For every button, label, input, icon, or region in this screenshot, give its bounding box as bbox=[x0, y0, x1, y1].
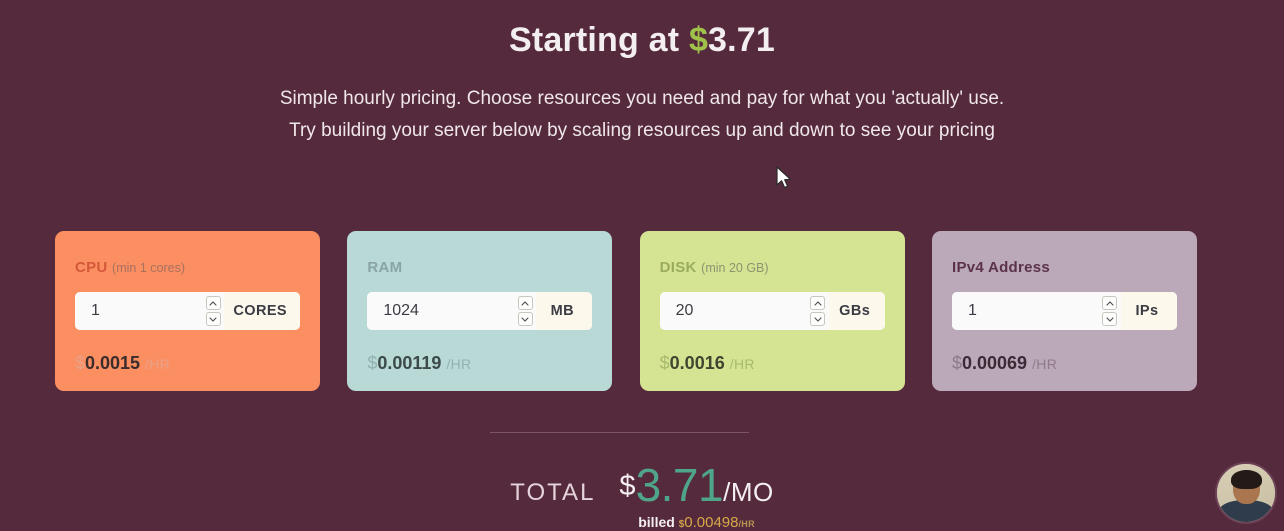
hero-subtitle-line-1: Simple hourly pricing. Choose resources … bbox=[279, 88, 1005, 110]
ipv4-price: $0.00069 /HR bbox=[952, 353, 1057, 374]
disk-price-amount: 0.0016 bbox=[669, 353, 725, 373]
cpu-price-period: /HR bbox=[145, 356, 171, 372]
total-divider bbox=[490, 432, 749, 433]
page-title-prefix: Starting at bbox=[508, 21, 689, 59]
total-currency: $ bbox=[619, 470, 636, 502]
resource-card-ipv4: IPv4 Address IPs $0.00069 /HR bbox=[931, 231, 1197, 391]
disk-unit-label: GBs bbox=[828, 292, 885, 330]
ram-increment-button[interactable] bbox=[517, 296, 533, 310]
card-label-disk: DISK (min 20 GB) bbox=[660, 259, 885, 276]
ram-unit-label: MB bbox=[536, 292, 593, 330]
avatar-hair bbox=[1230, 470, 1262, 490]
resource-cards-row: CPU (min 1 cores) CORES $0.0015 /HR RAM bbox=[55, 231, 1197, 391]
disk-increment-button[interactable] bbox=[810, 296, 826, 310]
total-amount: 3.71 bbox=[635, 459, 724, 511]
total-main-price: $3.71/MO bbox=[619, 462, 773, 508]
total-billed-note: billed $0.00498/HR bbox=[619, 514, 773, 531]
cpu-unit-label: CORES bbox=[224, 292, 300, 330]
cpu-spinner[interactable] bbox=[204, 292, 225, 330]
disk-price-period: /HR bbox=[729, 356, 755, 372]
ipv4-price-currency: $ bbox=[951, 353, 962, 373]
card-label-cpu: CPU (min 1 cores) bbox=[75, 259, 300, 276]
ram-decrement-button[interactable] bbox=[517, 312, 533, 326]
webcam-avatar bbox=[1215, 462, 1277, 524]
total-period: /MO bbox=[723, 477, 774, 507]
card-label-ram: RAM bbox=[367, 259, 592, 276]
card-label-text: RAM bbox=[367, 259, 403, 276]
hero-subtitle: Simple hourly pricing. Choose resources … bbox=[0, 83, 1284, 147]
ipv4-price-amount: 0.00069 bbox=[962, 353, 1028, 373]
cpu-stepper[interactable]: CORES bbox=[75, 292, 300, 330]
disk-spinner[interactable] bbox=[808, 292, 829, 330]
ram-price-period: /HR bbox=[446, 356, 472, 372]
hero-subtitle-line-2: Try building your server below by scalin… bbox=[289, 120, 995, 142]
cpu-increment-button[interactable] bbox=[205, 296, 221, 310]
ipv4-price-period: /HR bbox=[1032, 356, 1058, 372]
disk-input[interactable] bbox=[659, 292, 809, 330]
ram-price-amount: 0.00119 bbox=[377, 353, 442, 373]
card-label-text: IPv4 Address bbox=[951, 259, 1051, 276]
card-min-note: (min 20 GB) bbox=[701, 261, 769, 275]
card-label-text: DISK bbox=[659, 259, 697, 276]
cpu-decrement-button[interactable] bbox=[205, 312, 221, 326]
total-section: TOTAL $3.71/MO billed $0.00498/HR bbox=[0, 462, 1284, 531]
ipv4-increment-button[interactable] bbox=[1102, 296, 1118, 310]
disk-decrement-button[interactable] bbox=[810, 312, 826, 326]
resource-card-disk: DISK (min 20 GB) GBs $0.0016 /HR bbox=[639, 231, 905, 391]
ram-stepper[interactable]: MB bbox=[367, 292, 593, 330]
card-label-text: CPU bbox=[75, 259, 108, 276]
ipv4-spinner[interactable] bbox=[1100, 292, 1121, 330]
page-title: Starting at $3.71 bbox=[0, 18, 1284, 62]
ipv4-decrement-button[interactable] bbox=[1102, 312, 1118, 326]
cpu-input[interactable] bbox=[75, 292, 205, 330]
total-amount-block: $3.71/MO billed $0.00498/HR bbox=[619, 462, 773, 531]
ipv4-input[interactable] bbox=[951, 292, 1101, 330]
mouse-cursor bbox=[776, 166, 792, 189]
billed-amount: 0.00498 bbox=[684, 514, 739, 531]
card-min-note: (min 1 cores) bbox=[112, 261, 185, 275]
disk-price-currency: $ bbox=[659, 353, 670, 373]
page-title-amount: 3.71 bbox=[708, 21, 776, 59]
hero-section: Starting at $3.71 Simple hourly pricing.… bbox=[0, 0, 1284, 147]
ram-price-currency: $ bbox=[367, 353, 378, 373]
cpu-price: $0.0015 /HR bbox=[75, 353, 170, 374]
ipv4-unit-label: IPs bbox=[1120, 292, 1177, 330]
resource-card-ram: RAM MB $0.00119 /HR bbox=[347, 231, 613, 391]
cpu-price-currency: $ bbox=[75, 353, 86, 373]
cpu-price-amount: 0.0015 bbox=[85, 353, 141, 373]
ram-price: $0.00119 /HR bbox=[367, 353, 471, 374]
page-title-currency: $ bbox=[688, 21, 709, 59]
resource-card-cpu: CPU (min 1 cores) CORES $0.0015 /HR bbox=[55, 231, 320, 391]
total-label: TOTAL bbox=[510, 479, 596, 506]
ram-spinner[interactable] bbox=[516, 292, 537, 330]
disk-stepper[interactable]: GBs bbox=[659, 292, 885, 330]
card-label-ipv4: IPv4 Address bbox=[952, 259, 1177, 276]
ram-input[interactable] bbox=[367, 292, 517, 330]
ipv4-stepper[interactable]: IPs bbox=[951, 292, 1177, 330]
disk-price: $0.0016 /HR bbox=[660, 353, 755, 374]
